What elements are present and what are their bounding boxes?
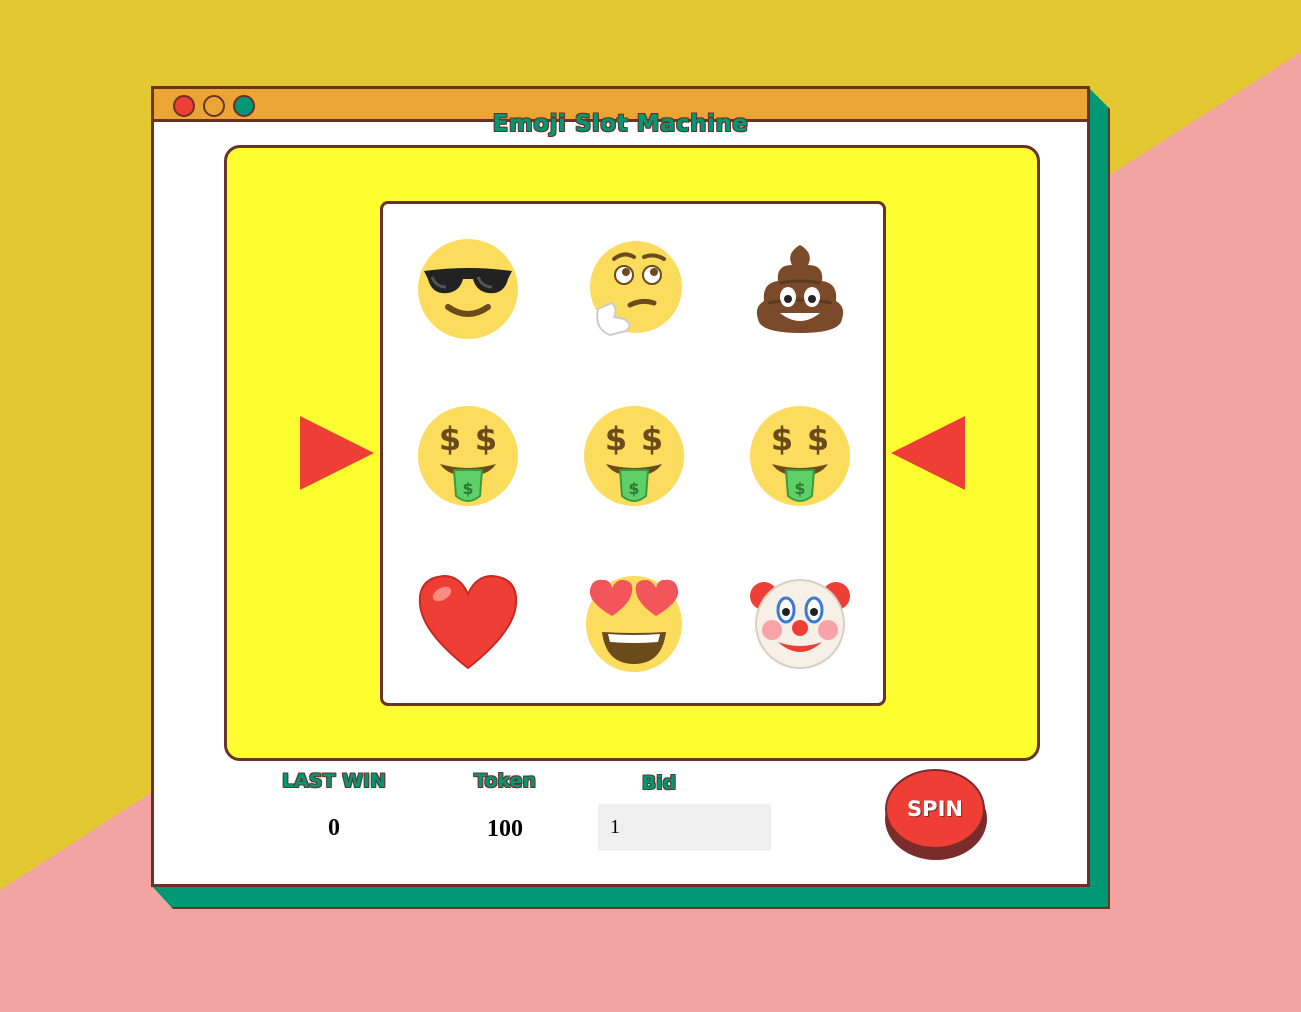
left-pointer-arrow-icon — [300, 416, 374, 490]
machine-frame: $ $ $ $ $ $ $ $ $ — [224, 145, 1040, 761]
money-mouth-face-icon: $ $ $ — [584, 406, 684, 506]
cool-sunglasses-icon — [418, 239, 518, 339]
svg-text:$: $ — [771, 420, 793, 458]
reel-cell-heart-eyes — [579, 567, 689, 677]
reel-cell-clown-face — [745, 567, 855, 677]
svg-text:$: $ — [641, 420, 663, 458]
svg-text:$: $ — [439, 420, 461, 458]
slot-machine-window: Emoji Slot Machine $ $ $ $ $ $ $ $ $ LAS… — [151, 86, 1090, 887]
svg-text:$: $ — [807, 420, 829, 458]
svg-text:$: $ — [605, 420, 627, 458]
last-win-value: 0 — [328, 815, 340, 841]
spin-button[interactable]: SPIN — [885, 769, 985, 849]
red-heart-icon — [418, 574, 518, 670]
right-pointer-arrow-icon — [891, 416, 965, 490]
reel-cell-thinking-face — [579, 234, 689, 344]
bid-label: Bid — [641, 772, 677, 794]
token-label: Token — [473, 770, 537, 792]
reel-cell-pile-of-poo — [745, 234, 855, 344]
reel-cell-money-mouth-1: $ $ $ — [413, 401, 523, 511]
last-win-label: LAST WIN — [282, 770, 386, 792]
reel-cell-red-heart — [413, 567, 523, 677]
svg-text:$: $ — [475, 420, 497, 458]
pile-of-poo-icon — [756, 245, 844, 333]
thinking-face-icon — [590, 241, 682, 337]
clown-face-icon — [750, 579, 850, 669]
svg-text:$: $ — [794, 479, 805, 498]
bid-input[interactable] — [598, 804, 771, 851]
page-title: Emoji Slot Machine — [492, 111, 749, 137]
window-depth-right — [1088, 87, 1110, 909]
reel-cell-money-mouth-3: $ $ $ — [745, 401, 855, 511]
heart-eyes-face-icon — [586, 576, 682, 672]
window-depth-bottom — [151, 885, 1110, 909]
money-mouth-face-icon: $ $ $ — [750, 406, 850, 506]
token-value: 100 — [487, 816, 523, 842]
reel-grid: $ $ $ $ $ $ $ $ $ — [380, 201, 886, 706]
svg-text:$: $ — [462, 479, 473, 498]
money-mouth-face-icon: $ $ $ — [418, 406, 518, 506]
svg-text:$: $ — [628, 479, 639, 498]
reel-cell-cool-sunglasses — [413, 234, 523, 344]
reel-cell-money-mouth-2: $ $ $ — [579, 401, 689, 511]
